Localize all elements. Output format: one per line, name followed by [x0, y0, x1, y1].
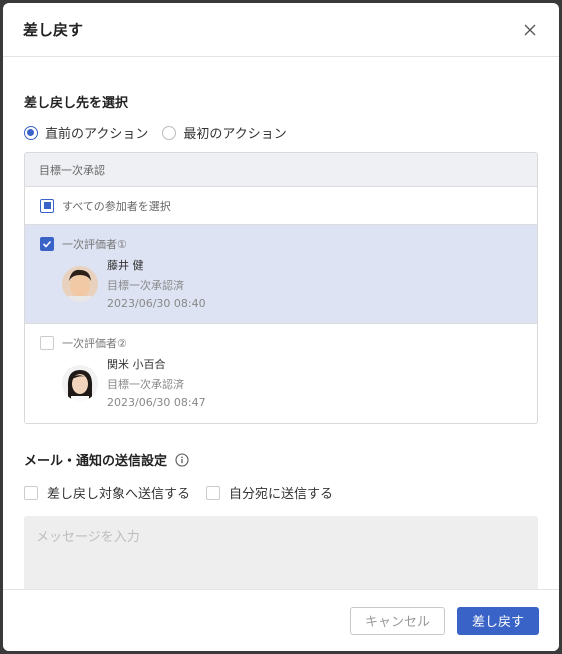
check-icon [42, 240, 52, 248]
dialog-footer: キャンセル 差し戻す [3, 589, 559, 651]
evaluator-status: 目標一次承認済 [107, 378, 184, 391]
return-button[interactable]: 差し戻す [457, 606, 539, 635]
return-target-radio-group: 直前のアクション 最初のアクション [24, 123, 538, 142]
close-button[interactable] [519, 19, 541, 41]
notification-title-text: メール・通知の送信設定 [24, 454, 168, 469]
step-name: 目標一次承認 [25, 153, 537, 187]
select-all-participants[interactable]: すべての参加者を選択 [25, 187, 537, 225]
dialog-title: 差し戻す [23, 21, 84, 39]
close-icon [524, 24, 536, 35]
radio-button[interactable] [162, 125, 177, 140]
message-input[interactable]: メッセージを入力 [24, 516, 538, 589]
radio-previous-action[interactable]: 直前のアクション [24, 123, 148, 142]
return-dialog: 差し戻す 差し戻し先を選択 直前のアクション 最初のアクション 目標一次承認 す… [3, 3, 559, 651]
evaluator-checkbox[interactable] [40, 237, 54, 251]
send-to-self-label: 自分宛に送信する [229, 487, 334, 502]
evaluator-name: 関米 小百合 [107, 358, 166, 371]
radio-button[interactable] [24, 125, 38, 140]
notification-section-title: メール・通知の送信設定 [24, 450, 538, 469]
evaluator-date: 2023/06/30 08:47 [107, 396, 206, 409]
evaluator-name: 藤井 健 [107, 259, 144, 272]
radio-label: 直前のアクション [45, 127, 149, 142]
avatar [62, 266, 98, 302]
send-to-target-option[interactable]: 差し戻し対象へ送信する [24, 483, 190, 502]
dialog-body: 差し戻し先を選択 直前のアクション 最初のアクション 目標一次承認 すべての参加… [3, 58, 559, 589]
evaluator-role: 一次評価者① [62, 238, 127, 251]
evaluator-role: 一次評価者② [62, 337, 127, 350]
send-to-self-option[interactable]: 自分宛に送信する [206, 483, 333, 502]
target-section-title: 差し戻し先を選択 [24, 96, 129, 111]
select-all-label: すべての参加者を選択 [62, 199, 171, 213]
list-item[interactable]: 一次評価者② 関米 小百合 目標一次承認済 2023/06/30 08:47 [25, 324, 537, 423]
send-to-target-checkbox[interactable] [24, 485, 38, 500]
radio-first-action[interactable]: 最初のアクション [162, 123, 287, 142]
dialog-header: 差し戻す [3, 3, 559, 57]
avatar [62, 365, 98, 401]
cancel-button[interactable]: キャンセル [350, 606, 445, 635]
select-all-checkbox[interactable] [40, 198, 54, 213]
notification-options: 差し戻し対象へ送信する 自分宛に送信する [24, 483, 538, 502]
list-item[interactable]: 一次評価者① 藤井 健 目標一次承認済 2023/06/30 08:40 [25, 225, 537, 324]
send-to-target-label: 差し戻し対象へ送信する [47, 487, 191, 502]
evaluator-checkbox[interactable] [40, 336, 54, 350]
evaluator-date: 2023/06/30 08:40 [107, 297, 206, 310]
send-to-self-checkbox[interactable] [206, 485, 221, 500]
info-icon[interactable] [175, 452, 189, 467]
evaluator-status: 目標一次承認済 [107, 279, 184, 292]
participant-list: 目標一次承認 すべての参加者を選択 一次評価者① 藤井 健 目標一次承認済 20… [24, 152, 538, 424]
radio-label: 最初のアクション [183, 127, 287, 142]
